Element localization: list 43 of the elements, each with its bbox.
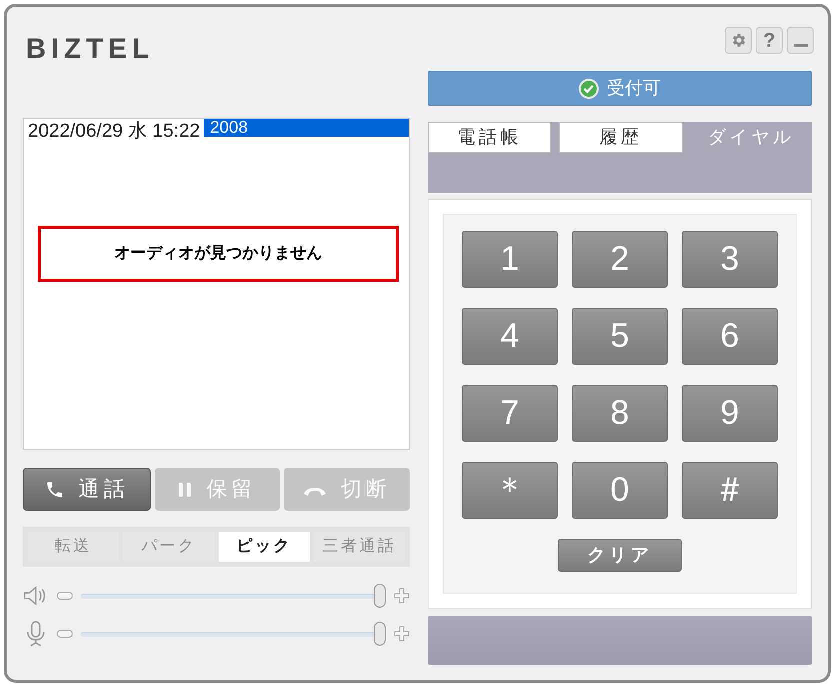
keypad-key[interactable]: 7 (462, 385, 558, 442)
clear-button[interactable]: クリア (558, 539, 682, 572)
slider-thumb[interactable] (374, 622, 386, 646)
plus-icon[interactable] (394, 626, 410, 642)
call-button[interactable]: 通話 (23, 468, 151, 511)
minus-icon[interactable] (57, 630, 73, 638)
keypad-key[interactable]: 5 (572, 308, 668, 365)
check-circle-icon (579, 78, 599, 98)
keypad-key[interactable]: 6 (682, 308, 778, 365)
keypad-key[interactable]: 1 (462, 231, 558, 288)
volume-slider[interactable] (81, 624, 386, 644)
keypad-key[interactable]: ＊ (462, 462, 558, 519)
microphone-icon (25, 621, 47, 647)
minus-icon[interactable] (57, 592, 73, 600)
phone-icon (44, 480, 65, 500)
sub-tab[interactable]: パーク (123, 532, 214, 562)
plus-icon[interactable] (394, 588, 410, 604)
pause-icon (178, 482, 192, 498)
keypad-key[interactable]: 4 (462, 308, 558, 365)
settings-button[interactable] (725, 27, 752, 54)
tab[interactable]: 電話帳 (428, 122, 552, 153)
slider-thumb[interactable] (374, 584, 386, 608)
call-timestamp: 2022/06/29 水 15:22 (28, 120, 200, 144)
keypad-key[interactable]: 3 (682, 231, 778, 288)
app-logo: BIZTEL (26, 35, 154, 63)
minimize-icon (794, 44, 808, 47)
sub-tab[interactable]: ピック (218, 532, 310, 562)
tab[interactable]: 履歴 (559, 122, 683, 153)
extension-number: 2008 (204, 119, 409, 137)
keypad-key[interactable]: 9 (682, 385, 778, 442)
volume-slider[interactable] (81, 586, 386, 606)
keypad-key[interactable]: 0 (572, 462, 668, 519)
keypad-key[interactable]: ＃ (682, 462, 778, 519)
status-bar[interactable]: 受付可 (428, 71, 812, 106)
minimize-button[interactable] (787, 27, 814, 54)
help-button[interactable]: ? (756, 27, 783, 54)
keypad-key[interactable]: 2 (572, 231, 668, 288)
alert-message: オーディオが見つかりません (38, 226, 399, 282)
keypad-key[interactable]: 8 (572, 385, 668, 442)
sub-tab[interactable]: 転送 (28, 532, 120, 562)
sub-tab[interactable]: 三者通話 (314, 532, 405, 562)
gear-icon (730, 32, 747, 49)
status-label: 受付可 (607, 77, 661, 100)
